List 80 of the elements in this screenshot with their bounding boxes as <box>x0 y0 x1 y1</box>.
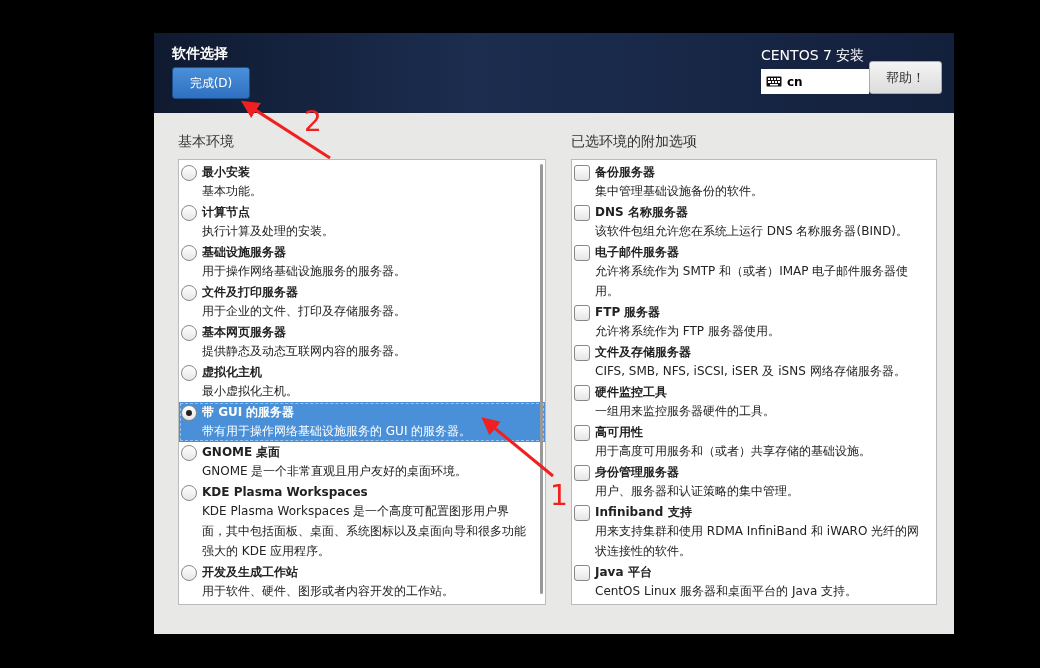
option-description: 带有用于操作网络基础设施服务的 GUI 的服务器。 <box>202 423 472 440</box>
checkbox[interactable] <box>574 305 590 321</box>
section-heading: 基本环境 <box>178 133 235 151</box>
option-description: 用于高度可用服务和（或者）共享存储的基础设施。 <box>595 443 871 460</box>
environment-option[interactable]: 开发及生成工作站 用于软件、硬件、图形或者内容开发的工作站。 <box>179 562 545 602</box>
option-description: 用户、服务器和认证策略的集中管理。 <box>595 483 799 500</box>
option-description: 提供静态及动态互联网内容的服务器。 <box>202 343 406 360</box>
option-description: 执行计算及处理的安装。 <box>202 223 334 240</box>
annotation-number: 2 <box>304 105 322 138</box>
done-button[interactable]: 完成(D) <box>172 67 250 99</box>
environment-option[interactable]: 基本网页服务器 提供静态及动态互联网内容的服务器。 <box>179 322 545 362</box>
option-description: CentOS Linux 服务器和桌面平台的 Java 支持。 <box>595 583 858 600</box>
option-description: KDE Plasma Workspaces 是一个高度可配置图形用户界面，其中包括面板、桌面、系统图标以及桌面向导和很多功能强大的 KDE 应用程序。 <box>202 503 527 560</box>
environment-option[interactable]: GNOME 桌面 GNOME 是一个非常直观且用户友好的桌面环境。 <box>179 442 545 482</box>
option-description: 用于企业的文件、打印及存储服务器。 <box>202 303 406 320</box>
option-title: 基础设施服务器 <box>202 244 287 261</box>
checkbox[interactable] <box>574 245 590 261</box>
option-title: 文件及打印服务器 <box>202 284 299 301</box>
option-title: 最小安装 <box>202 164 251 181</box>
checkbox[interactable] <box>574 345 590 361</box>
radio-button[interactable] <box>181 565 197 581</box>
keyboard-icon <box>766 76 782 87</box>
radio-button[interactable] <box>181 205 197 221</box>
checkbox[interactable] <box>574 505 590 521</box>
product-title: CENTOS 7 安装 <box>761 46 865 65</box>
option-description: 用来支持集群和使用 RDMA InfiniBand 和 iWARO 光纤的网状连接性的软件。 <box>595 523 921 560</box>
radio-button[interactable] <box>181 485 197 501</box>
option-description: 用于操作网络基础设施服务的服务器。 <box>202 263 406 280</box>
checkbox[interactable] <box>574 565 590 581</box>
section-heading: 已选环境的附加选项 <box>571 133 698 151</box>
option-title: 硬件监控工具 <box>595 384 668 401</box>
option-description: CIFS, SMB, NFS, iSCSI, iSER 及 iSNS 网络存储服务器。 <box>595 363 906 380</box>
environment-option[interactable]: 文件及打印服务器 用于企业的文件、打印及存储服务器。 <box>179 282 545 322</box>
option-description: 一组用来监控服务器硬件的工具。 <box>595 403 775 420</box>
option-description: 集中管理基础设施备份的软件。 <box>595 183 763 200</box>
environment-option[interactable]: 最小安装 基本功能。 <box>179 162 545 202</box>
option-title: 计算节点 <box>202 204 251 221</box>
option-title: FTP 服务器 <box>595 304 662 321</box>
checkbox[interactable] <box>574 465 590 481</box>
option-title: 文件及存储服务器 <box>595 344 692 361</box>
checkbox[interactable] <box>574 425 590 441</box>
environment-option[interactable]: 基础设施服务器 用于操作网络基础设施服务的服务器。 <box>179 242 545 282</box>
radio-button[interactable] <box>181 405 197 421</box>
option-title: 基本网页服务器 <box>202 324 287 341</box>
screen-title: 软件选择 <box>172 45 229 63</box>
option-title: 虚拟化主机 <box>202 364 263 381</box>
option-description: 基本功能。 <box>202 183 262 200</box>
radio-button[interactable] <box>181 365 197 381</box>
option-title: Java 平台 <box>595 564 653 581</box>
radio-button[interactable] <box>181 285 197 301</box>
checkbox[interactable] <box>574 385 590 401</box>
radio-button[interactable] <box>181 165 197 181</box>
environment-option[interactable]: 计算节点 执行计算及处理的安装。 <box>179 202 545 242</box>
keyboard-layout-field[interactable]: cn <box>761 69 869 94</box>
option-title: KDE Plasma Workspaces <box>202 484 369 501</box>
scrollbar[interactable] <box>540 164 543 594</box>
option-description: 允许将系统作为 SMTP 和（或者）IMAP 电子邮件服务器使用。 <box>595 263 910 300</box>
annotation-number: 1 <box>550 479 568 512</box>
option-description: 用于软件、硬件、图形或者内容开发的工作站。 <box>202 583 454 600</box>
checkbox[interactable] <box>574 165 590 181</box>
environment-option[interactable]: 虚拟化主机 最小虚拟化主机。 <box>179 362 545 402</box>
option-description: GNOME 是一个非常直观且用户友好的桌面环境。 <box>202 463 468 480</box>
option-description: 最小虚拟化主机。 <box>202 383 298 400</box>
radio-button[interactable] <box>181 325 197 341</box>
option-title: 开发及生成工作站 <box>202 564 299 581</box>
radio-button[interactable] <box>181 445 197 461</box>
help-button[interactable]: 帮助！ <box>869 61 942 94</box>
option-title: 备份服务器 <box>595 164 656 181</box>
environment-option[interactable]: KDE Plasma Workspaces KDE Plasma Workspaces 是一个高度可配置图形用户界面，其中包括面板、桌面、系统图标以及桌面向导和很多功能强大的 KDE 应用程序。 <box>179 482 545 562</box>
radio-button[interactable] <box>181 245 197 261</box>
option-description: 该软件包组允许您在系统上运行 DNS 名称服务器(BIND)。 <box>595 223 908 240</box>
option-title: Infiniband 支持 <box>595 504 693 521</box>
option-description: 允许将系统作为 FTP 服务器使用。 <box>595 323 780 340</box>
option-title: DNS 名称服务器 <box>595 204 689 221</box>
option-title: 身份管理服务器 <box>595 464 680 481</box>
checkbox[interactable] <box>574 205 590 221</box>
option-title: 电子邮件服务器 <box>595 244 680 261</box>
option-title: 带 GUI 的服务器 <box>202 404 296 421</box>
option-title: GNOME 桌面 <box>202 444 282 461</box>
option-title: 高可用性 <box>595 424 644 441</box>
